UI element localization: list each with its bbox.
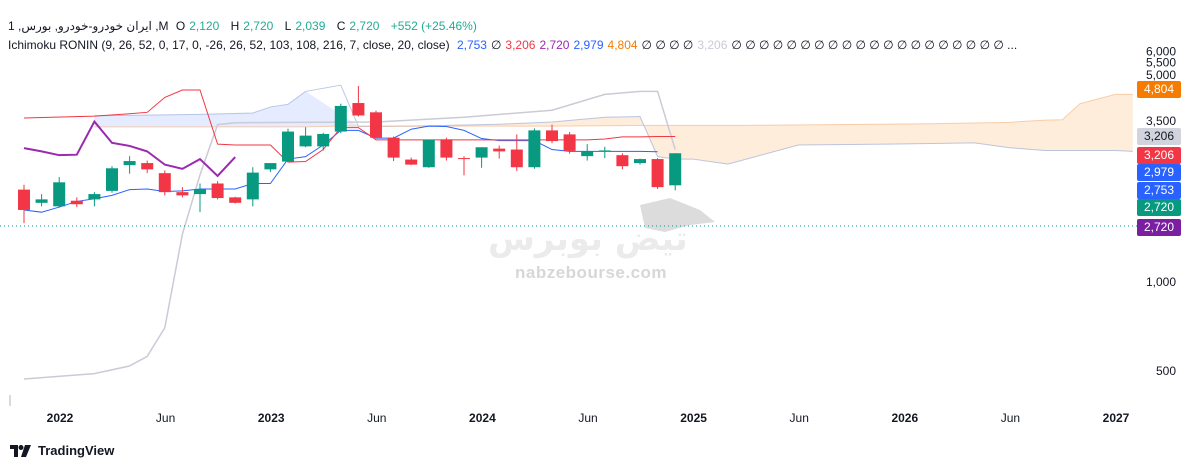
close-value: C 2,720 bbox=[336, 19, 380, 33]
candle-18[interactable] bbox=[334, 103, 347, 134]
price-label-3: 2,979 bbox=[1137, 164, 1181, 181]
candle-23[interactable] bbox=[422, 139, 435, 168]
candle-5[interactable] bbox=[106, 166, 118, 193]
indicator-value-8: ∅ ∅ ∅ ∅ ∅ ∅ ∅ ∅ ∅ ∅ ∅ ∅ ∅ ∅ ∅ ∅ ∅ ∅ ∅ ∅ … bbox=[731, 38, 1018, 52]
watermark-text: nabzebourse.com bbox=[515, 263, 668, 282]
candle-36[interactable] bbox=[651, 158, 664, 189]
indicator-values: 2,753 ∅ 3,206 2,720 2,979 4,804 ∅ ∅ ∅ ∅ 3,206 ∅ … bbox=[457, 38, 1021, 52]
candle-20[interactable] bbox=[370, 110, 382, 139]
low-value: L 2,039 bbox=[284, 19, 326, 33]
x-tick-label-7: Jun bbox=[790, 411, 809, 425]
chart-area[interactable]: تیض بوبرس 6,0005,5005,0004,5003,5002,500… bbox=[0, 0, 1200, 470]
svg-text:3,206: 3,206 bbox=[1144, 129, 1174, 143]
x-tick-label-2: 2023 bbox=[258, 411, 285, 425]
y-tick-label-8: 1,000 bbox=[1146, 275, 1176, 289]
candle-12[interactable] bbox=[229, 196, 242, 204]
candle-24[interactable] bbox=[440, 137, 453, 161]
x-tick-label-9: Jun bbox=[1001, 411, 1020, 425]
candle-37[interactable] bbox=[669, 153, 682, 191]
indicator-value-1: ∅ bbox=[490, 38, 502, 52]
price-label-5: 2,720 bbox=[1137, 199, 1181, 216]
symbol-label[interactable]: 1 ,ایران خودرو-خودرو, بورس ,M bbox=[8, 19, 169, 33]
indicator-value-4: 2,979 bbox=[573, 38, 604, 52]
tradingview-logo-icon bbox=[10, 444, 31, 457]
legend-symbol-row: 1 ,ایران خودرو-خودرو, بورس ,M O 2,120 H 2,… bbox=[8, 18, 481, 34]
brand-name: TradingView bbox=[38, 443, 115, 458]
price-label-6: 2,720 bbox=[1137, 219, 1181, 236]
price-label-0: 4,804 bbox=[1137, 81, 1181, 98]
svg-text:2,753: 2,753 bbox=[1144, 183, 1174, 197]
price-label-1: 3,206 bbox=[1137, 128, 1181, 145]
svg-text:3,206: 3,206 bbox=[1144, 148, 1174, 162]
x-tick-label-8: 2026 bbox=[891, 411, 918, 425]
indicator-value-3: 2,720 bbox=[539, 38, 570, 52]
legend-indicator-row: Ichimoku RONIN (9, 26, 52, 0, 17, 0, -26… bbox=[8, 37, 1025, 53]
indicator-value-0: 2,753 bbox=[456, 38, 487, 52]
indicator-value-2: 3,206 bbox=[505, 38, 536, 52]
price-label-2: 3,206 bbox=[1137, 147, 1181, 164]
y-tick-label-9: 500 bbox=[1156, 364, 1176, 378]
svg-text:2,720: 2,720 bbox=[1144, 200, 1174, 214]
candle-15[interactable] bbox=[282, 128, 294, 162]
indicator-value-7: 3,206 bbox=[697, 38, 728, 52]
x-tick-label-1: Jun bbox=[156, 411, 175, 425]
x-tick-label-4: 2024 bbox=[469, 411, 496, 425]
svg-text:تیض بوبرس: تیض بوبرس bbox=[488, 219, 688, 259]
open-value: O 2,120 bbox=[175, 19, 220, 33]
indicator-value-6: ∅ ∅ ∅ ∅ bbox=[641, 38, 694, 52]
x-tick-label-5: Jun bbox=[578, 411, 597, 425]
high-value: H 2,720 bbox=[230, 19, 274, 33]
candle-29[interactable] bbox=[528, 128, 541, 169]
change-value: +552 (+25.46%) bbox=[390, 19, 477, 33]
candle-11[interactable] bbox=[211, 181, 224, 200]
price-label-4: 2,753 bbox=[1137, 182, 1181, 199]
candle-21[interactable] bbox=[387, 136, 400, 162]
svg-text:2,720: 2,720 bbox=[1144, 220, 1174, 234]
y-tick-label-2: 5,000 bbox=[1146, 68, 1176, 82]
footer-brand[interactable]: TradingView bbox=[10, 443, 114, 458]
x-tick-label-10: 2027 bbox=[1103, 411, 1130, 425]
candle-8[interactable] bbox=[158, 170, 171, 196]
svg-text:4,804: 4,804 bbox=[1144, 82, 1174, 96]
x-tick-label-3: Jun bbox=[367, 411, 386, 425]
indicator-label[interactable]: Ichimoku RONIN (9, 26, 52, 0, 17, 0, -26… bbox=[8, 38, 450, 52]
svg-text:2,979: 2,979 bbox=[1144, 165, 1174, 179]
x-tick-label-0: 2022 bbox=[47, 411, 74, 425]
indicator-value-5: 4,804 bbox=[607, 38, 638, 52]
x-tick-label-6: 2025 bbox=[680, 411, 707, 425]
y-tick-label-4: 3,500 bbox=[1146, 114, 1176, 128]
candle-31[interactable] bbox=[563, 131, 576, 154]
